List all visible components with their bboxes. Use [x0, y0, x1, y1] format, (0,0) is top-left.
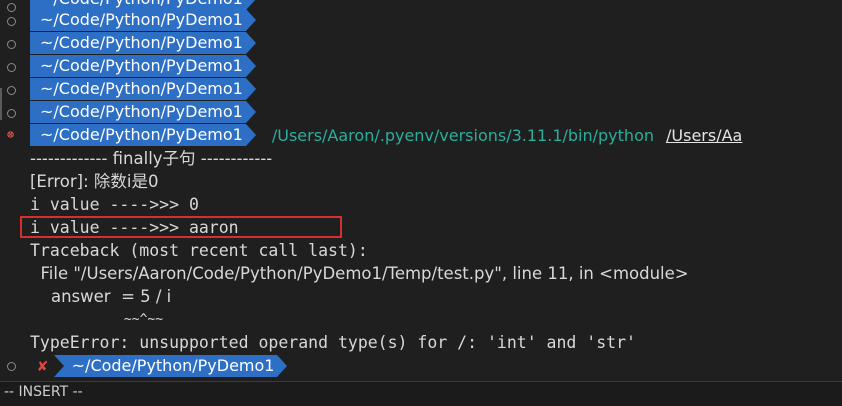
traceback-header-line: Traceback (most recent call last):: [30, 241, 368, 260]
prompt-path: ~/Code/Python/PyDemo1: [30, 124, 246, 146]
traceback-file-line[interactable]: File "/Users/Aaron/Code/Python/PyDemo1/T…: [30, 262, 688, 285]
command-marker-icon[interactable]: [7, 40, 16, 49]
current-prompt-line: ✘ ~/Code/Python/PyDemo1: [30, 355, 288, 377]
command-marker-icon[interactable]: [7, 17, 16, 26]
error-marker-icon[interactable]: ⊗: [5, 129, 16, 140]
prompt-arrow-icon: [277, 355, 288, 377]
prompt-arrow-icon: [245, 101, 256, 123]
command-line: ~/Code/Python/PyDemo1 /Users/Aaron/.pyen…: [30, 124, 742, 146]
prompt-path: ~/Code/Python/PyDemo1: [30, 32, 246, 54]
gutter: ⊗: [0, 0, 22, 381]
prompt-line: ~/Code/Python/PyDemo1: [30, 55, 256, 77]
script-path-link[interactable]: /Users/Aa: [666, 126, 742, 145]
i-value-output-line: i value ---->>> 0: [30, 195, 199, 214]
prompt-arrow-icon: [245, 78, 256, 100]
command-marker-icon[interactable]: [7, 3, 16, 12]
prompt-line: ~/Code/Python/PyDemo1: [30, 32, 256, 54]
command-marker-icon[interactable]: [7, 86, 16, 95]
status-arrow-icon: [53, 355, 64, 377]
traceback-caret-line: ~~^~~: [30, 312, 164, 327]
finally-header-line: ------------- finally子句 ------------: [30, 149, 273, 168]
prompt-arrow-icon: [245, 9, 256, 31]
command-marker-icon[interactable]: [7, 109, 16, 118]
prompt-path: ~/Code/Python/PyDemo1: [30, 78, 246, 100]
type-error-line: TypeError: unsupported operand type(s) f…: [30, 333, 636, 352]
error-output-line: [Error]: 除数i是0: [30, 172, 159, 191]
insert-mode-indicator: -- INSERT --: [4, 384, 83, 400]
prompt-path: ~/Code/Python/PyDemo1: [63, 355, 278, 377]
prompt-arrow-icon: [245, 32, 256, 54]
error-status-icon: ✘: [30, 355, 54, 377]
vim-status-bar: -- INSERT --: [0, 381, 842, 406]
prompt-path: ~/Code/Python/PyDemo1: [30, 9, 246, 31]
prompt-path: ~/Code/Python/PyDemo1: [30, 55, 246, 77]
prompt-arrow-icon: [245, 55, 256, 77]
prompt-line: ~/Code/Python/PyDemo1: [30, 9, 256, 31]
traceback-code-line: answer = 5 / i: [30, 287, 172, 306]
prompt-path: ~/Code/Python/PyDemo1: [30, 101, 246, 123]
status-arrow-wrap: [53, 355, 64, 377]
terminal-pane[interactable]: ⊗ ~/Code/Python/PyDemo1 ~/Code/Python/Py…: [0, 0, 842, 381]
highlight-annotation-box: [20, 216, 342, 238]
prompt-line: ~/Code/Python/PyDemo1: [30, 78, 256, 100]
command-marker-icon[interactable]: [7, 63, 16, 72]
command-marker-icon[interactable]: [7, 362, 16, 371]
prompt-arrow-icon: [245, 124, 256, 146]
prompt-line: ~/Code/Python/PyDemo1: [30, 101, 256, 123]
python-interpreter-path[interactable]: /Users/Aaron/.pyenv/versions/3.11.1/bin/…: [272, 126, 654, 145]
